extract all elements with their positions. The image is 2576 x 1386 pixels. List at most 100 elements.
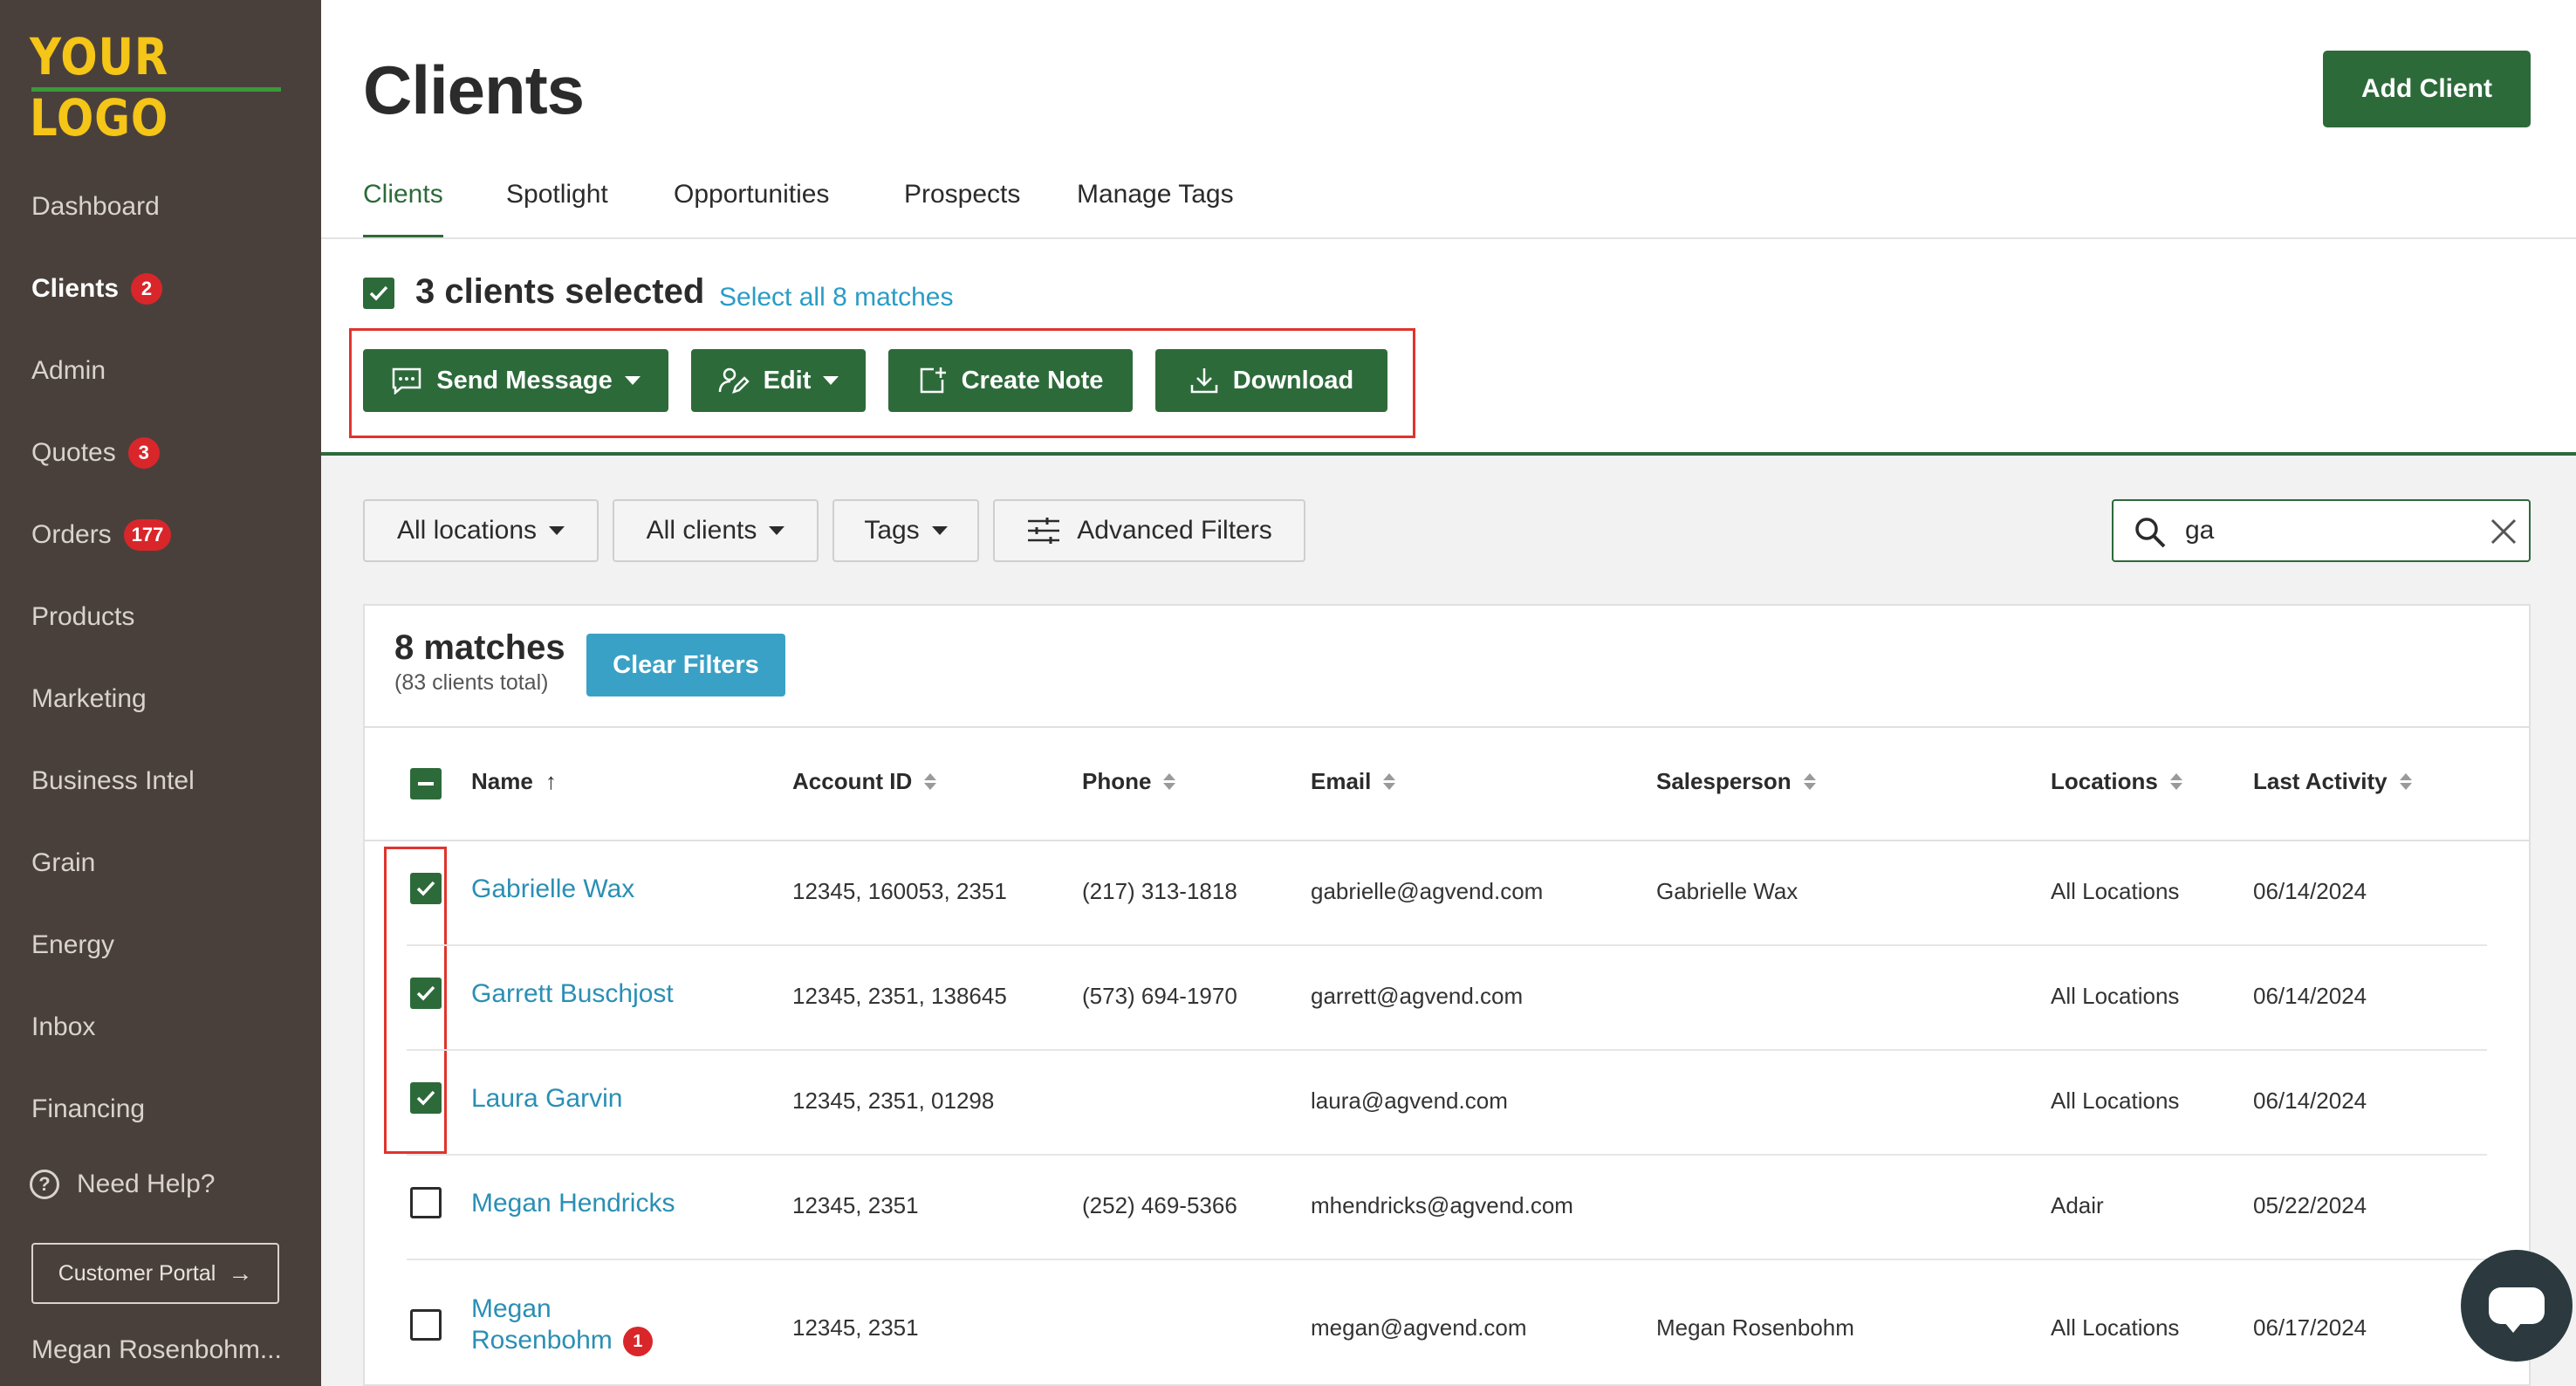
need-help-link[interactable]: ? Need Help? <box>30 1170 215 1199</box>
advanced-filters-button[interactable]: Advanced Filters <box>993 499 1305 562</box>
phone: (573) 694-1970 <box>1082 983 1237 1009</box>
tab-opportunities[interactable]: Opportunities <box>674 180 829 239</box>
account-id: 12345, 2351, 01298 <box>792 1088 995 1114</box>
clear-search-icon[interactable] <box>2489 517 2518 546</box>
select-all-matches-link[interactable]: Select all 8 matches <box>719 283 953 312</box>
client-name-line: Rosenbohm <box>471 1326 613 1355</box>
sidebar-item-admin[interactable]: Admin <box>31 349 106 393</box>
check-icon <box>416 881 435 896</box>
chevron-down-icon <box>549 526 565 535</box>
account-id: 12345, 2351 <box>792 1314 919 1341</box>
chat-widget-button[interactable] <box>2461 1250 2573 1362</box>
locations-filter-label: All locations <box>396 516 538 545</box>
last-activity: 06/14/2024 <box>2253 878 2367 904</box>
download-label: Download <box>1232 366 1354 395</box>
tags-filter[interactable]: Tags <box>832 499 979 562</box>
sidebar-item-products[interactable]: Products <box>31 595 134 639</box>
phone: (217) 313-1818 <box>1082 878 1237 904</box>
row-checkbox[interactable] <box>410 1082 442 1114</box>
sidebar-item-quotes[interactable]: Quotes 3 <box>31 431 160 475</box>
current-user[interactable]: Megan Rosenbohm... <box>31 1335 282 1365</box>
tab-clients[interactable]: Clients <box>363 180 443 239</box>
client-name-link[interactable]: Megan Hendricks <box>471 1189 675 1218</box>
select-all-checkbox[interactable] <box>363 278 394 309</box>
sidebar-item-label: Marketing <box>31 684 147 713</box>
last-activity: 06/17/2024 <box>2253 1314 2367 1341</box>
need-help-label: Need Help? <box>77 1170 216 1198</box>
tab-prospects[interactable]: Prospects <box>904 180 1020 239</box>
download-button[interactable]: Download <box>1155 349 1387 412</box>
main-content: Clients Add Client Clients Spotlight Opp… <box>321 0 2576 1386</box>
header-select-checkbox[interactable] <box>410 768 442 799</box>
row-checkbox[interactable] <box>410 978 442 1009</box>
client-name-link[interactable]: Megan Rosenbohm 1 <box>471 1293 653 1357</box>
sidebar-item-financing[interactable]: Financing <box>31 1088 145 1131</box>
row-checkbox[interactable] <box>410 1187 442 1218</box>
header-divider <box>365 840 2529 841</box>
edit-button[interactable]: Edit <box>691 349 866 412</box>
sort-icon <box>924 773 937 790</box>
account-id: 12345, 2351, 138645 <box>792 983 1007 1009</box>
orders-count-badge: 177 <box>123 519 172 551</box>
client-name-link[interactable]: Garrett Buschjost <box>471 979 674 1009</box>
sidebar-item-clients[interactable]: Clients 2 <box>31 267 163 311</box>
sidebar-item-inbox[interactable]: Inbox <box>31 1005 95 1049</box>
locations: All Locations <box>2051 878 2180 904</box>
chevron-down-icon <box>823 376 839 385</box>
results-panel: 8 matches (83 clients total) Clear Filte… <box>363 604 2531 1386</box>
locations-filter[interactable]: All locations <box>363 499 599 562</box>
last-activity: 06/14/2024 <box>2253 983 2367 1009</box>
sort-icon <box>2399 773 2412 790</box>
create-note-label: Create Note <box>961 366 1104 395</box>
salesperson: Megan Rosenbohm <box>1656 1314 1854 1341</box>
column-header-locations[interactable]: Locations <box>2051 768 2182 795</box>
selection-count: 3 clients selected <box>415 272 705 311</box>
sidebar-item-dashboard[interactable]: Dashboard <box>31 185 160 229</box>
column-header-phone[interactable]: Phone <box>1082 768 1176 795</box>
column-header-last-activity[interactable]: Last Activity <box>2253 768 2412 795</box>
sidebar-item-grain[interactable]: Grain <box>31 841 95 885</box>
email: garrett@agvend.com <box>1311 983 1524 1009</box>
column-label: Last Activity <box>2253 768 2388 794</box>
send-message-button[interactable]: Send Message <box>363 349 668 412</box>
sidebar-item-label: Products <box>31 602 135 631</box>
tab-spotlight[interactable]: Spotlight <box>506 180 608 239</box>
sort-ascending-icon: ↑ <box>545 768 557 794</box>
customer-portal-button[interactable]: Customer Portal → <box>31 1243 279 1304</box>
sidebar-item-label: Financing <box>31 1094 146 1123</box>
last-activity: 06/14/2024 <box>2253 1088 2367 1114</box>
client-name-link[interactable]: Gabrielle Wax <box>471 875 634 904</box>
chevron-down-icon <box>931 526 948 535</box>
send-message-label: Send Message <box>436 366 613 395</box>
email: megan@agvend.com <box>1311 1314 1527 1341</box>
client-name-link[interactable]: Laura Garvin <box>471 1084 622 1114</box>
column-label: Email <box>1311 768 1372 794</box>
panel-divider <box>365 726 2529 728</box>
column-header-name[interactable]: Name ↑ <box>471 768 557 795</box>
column-header-salesperson[interactable]: Salesperson <box>1656 768 1816 795</box>
clients-filter[interactable]: All clients <box>613 499 819 562</box>
sidebar-item-energy[interactable]: Energy <box>31 923 114 967</box>
sidebar-item-marketing[interactable]: Marketing <box>31 677 147 721</box>
add-client-button[interactable]: Add Client <box>2323 51 2531 127</box>
clear-filters-button[interactable]: Clear Filters <box>586 634 785 696</box>
sidebar-item-orders[interactable]: Orders 177 <box>31 513 172 557</box>
sidebar-item-label: Clients <box>31 274 120 303</box>
row-checkbox[interactable] <box>410 1309 442 1341</box>
row-divider <box>407 1154 2487 1156</box>
column-header-email[interactable]: Email <box>1311 768 1396 795</box>
email: gabrielle@agvend.com <box>1311 878 1544 904</box>
create-note-button[interactable]: Create Note <box>888 349 1133 412</box>
chat-icon <box>2489 1287 2545 1333</box>
row-checkbox[interactable] <box>410 873 442 904</box>
search-input[interactable] <box>2183 511 2463 550</box>
sidebar-item-label: Grain <box>31 848 96 877</box>
sidebar-item-business-intel[interactable]: Business Intel <box>31 759 195 803</box>
sidebar-item-label: Business Intel <box>31 766 195 795</box>
check-icon <box>416 1090 435 1106</box>
total-count: (83 clients total) <box>394 670 549 695</box>
column-header-account-id[interactable]: Account ID <box>792 768 937 795</box>
tab-manage-tags[interactable]: Manage Tags <box>1077 180 1234 239</box>
match-count: 8 matches <box>394 628 565 667</box>
message-icon <box>393 367 421 395</box>
